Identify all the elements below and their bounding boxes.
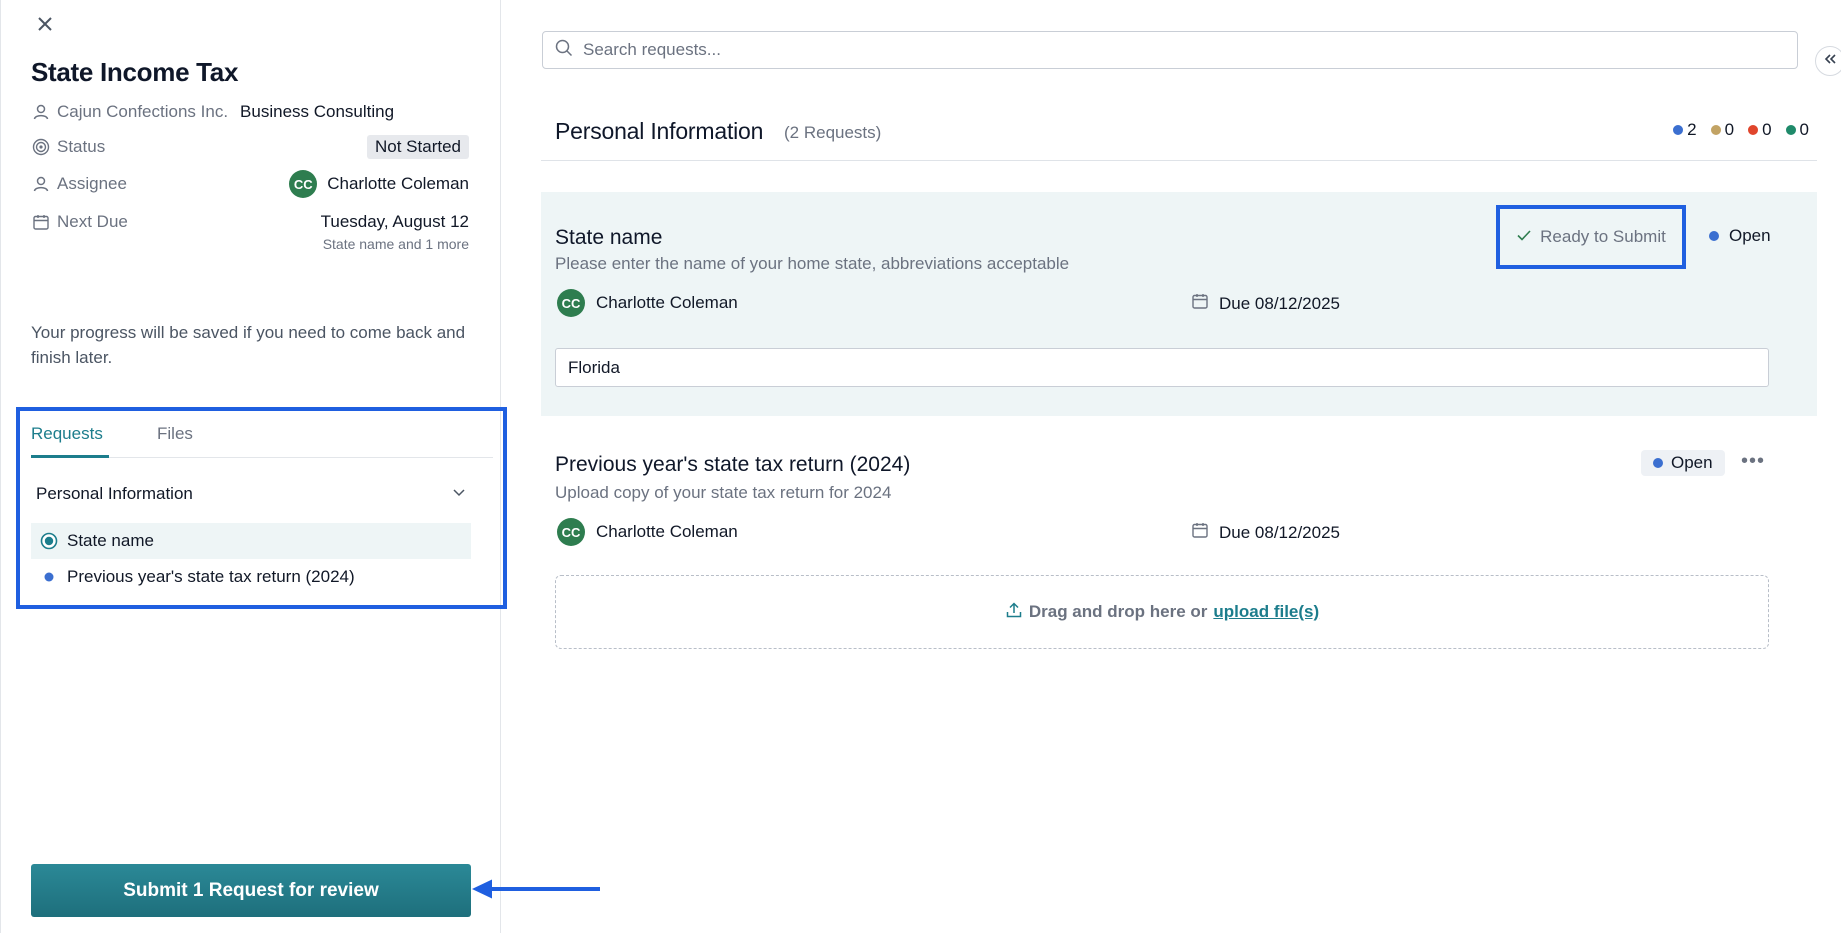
more-options-icon[interactable]: ••• — [1741, 450, 1765, 473]
page-title: State Income Tax — [31, 57, 239, 87]
section-header: Personal Information (2 Requests) 2 0 0 … — [541, 100, 1817, 161]
upload-icon — [1005, 601, 1023, 624]
status-row: Status Not Started — [31, 134, 469, 160]
section-count: (2 Requests) — [784, 123, 882, 142]
client-name: Cajun Confections Inc. — [57, 102, 229, 121]
upload-files-link[interactable]: upload file(s) — [1213, 602, 1319, 622]
count-pending: 0 — [1710, 120, 1734, 140]
request-assignee: CC Charlotte Coleman — [557, 518, 738, 546]
count-complete: 0 — [1785, 120, 1809, 140]
target-icon — [31, 137, 51, 157]
search-icon — [555, 39, 573, 62]
ready-to-submit-button[interactable]: Ready to Submit — [1496, 205, 1686, 269]
count-rejected: 0 — [1748, 120, 1772, 140]
service-name: Business Consulting — [240, 102, 395, 121]
status-label: Open — [1729, 226, 1771, 245]
request-title: State name — [555, 226, 663, 249]
calendar-icon — [1191, 292, 1209, 315]
due-date: Due 08/12/2025 — [1219, 522, 1340, 542]
avatar: CC — [289, 170, 318, 198]
section-title: Personal Information — [555, 118, 764, 144]
request-assignee: CC Charlotte Coleman — [557, 289, 738, 317]
status-badge: Not Started — [367, 135, 469, 159]
assignee-label: Assignee — [57, 174, 127, 193]
avatar: CC — [557, 518, 585, 546]
status-dot-icon — [1673, 125, 1684, 135]
calendar-icon — [31, 212, 51, 232]
count-open: 2 — [1673, 120, 1697, 140]
status-label: Status — [57, 137, 106, 156]
close-icon[interactable] — [33, 12, 57, 36]
submit-button[interactable]: Submit 1 Request for review — [31, 864, 471, 917]
user-icon — [31, 102, 51, 122]
next-due-label: Next Due — [57, 212, 128, 231]
user-icon — [31, 174, 51, 194]
assignee-name: Charlotte Coleman — [596, 522, 738, 541]
request-title: Previous year's state tax return (2024) — [555, 453, 911, 476]
status-dot-icon — [1709, 231, 1719, 241]
status-dot-icon — [1653, 458, 1663, 468]
dropzone-text: Drag and drop here or — [1028, 602, 1208, 621]
due-date: Due 08/12/2025 — [1219, 293, 1340, 313]
double-chevron-left-icon — [1823, 52, 1837, 71]
request-due: Due 08/12/2025 — [1191, 521, 1340, 544]
requests-highlight-box — [16, 407, 507, 609]
request-description: Please enter the name of your home state… — [555, 254, 1070, 273]
next-due-value: Tuesday, August 12 — [320, 212, 469, 231]
status-label: Open — [1671, 453, 1713, 472]
status-badge: Open — [1641, 450, 1725, 476]
request-card-tax-return: Previous year's state tax return (2024) … — [541, 430, 1817, 660]
progress-note: Your progress will be saved if you need … — [31, 323, 466, 367]
client-row: Cajun Confections Inc. Business Consulti… — [31, 99, 469, 125]
pointer-arrow-icon — [472, 879, 600, 899]
status-open: Open — [1709, 226, 1771, 246]
next-due-row: Next Due Tuesday, August 12 — [31, 209, 469, 235]
request-card-state-name: State name Please enter the name of your… — [541, 192, 1817, 416]
assignee-value: CC Charlotte Coleman — [289, 170, 469, 198]
assignee-name: Charlotte Coleman — [596, 293, 738, 312]
request-description: Upload copy of your state tax return for… — [555, 483, 892, 502]
search-input[interactable]: Search requests... — [542, 31, 1798, 69]
avatar: CC — [557, 289, 585, 317]
calendar-icon — [1191, 521, 1209, 544]
status-counts: 2 0 0 0 — [1673, 120, 1809, 140]
search-placeholder: Search requests... — [583, 40, 721, 59]
status-dot-icon — [1785, 125, 1796, 135]
collapse-panel-button[interactable] — [1815, 46, 1841, 76]
file-dropzone[interactable]: Drag and drop here or upload file(s) — [555, 575, 1769, 649]
ready-label: Ready to Submit — [1540, 227, 1666, 246]
next-due-subtext: State name and 1 more — [322, 236, 469, 252]
check-icon — [1516, 227, 1532, 248]
state-name-input[interactable]: Florida — [555, 348, 1769, 387]
status-dot-icon — [1748, 125, 1759, 135]
assignee-name: Charlotte Coleman — [327, 174, 469, 193]
status-dot-icon — [1710, 125, 1721, 135]
request-due: Due 08/12/2025 — [1191, 292, 1340, 315]
assignee-row: Assignee CC Charlotte Coleman — [31, 170, 469, 198]
